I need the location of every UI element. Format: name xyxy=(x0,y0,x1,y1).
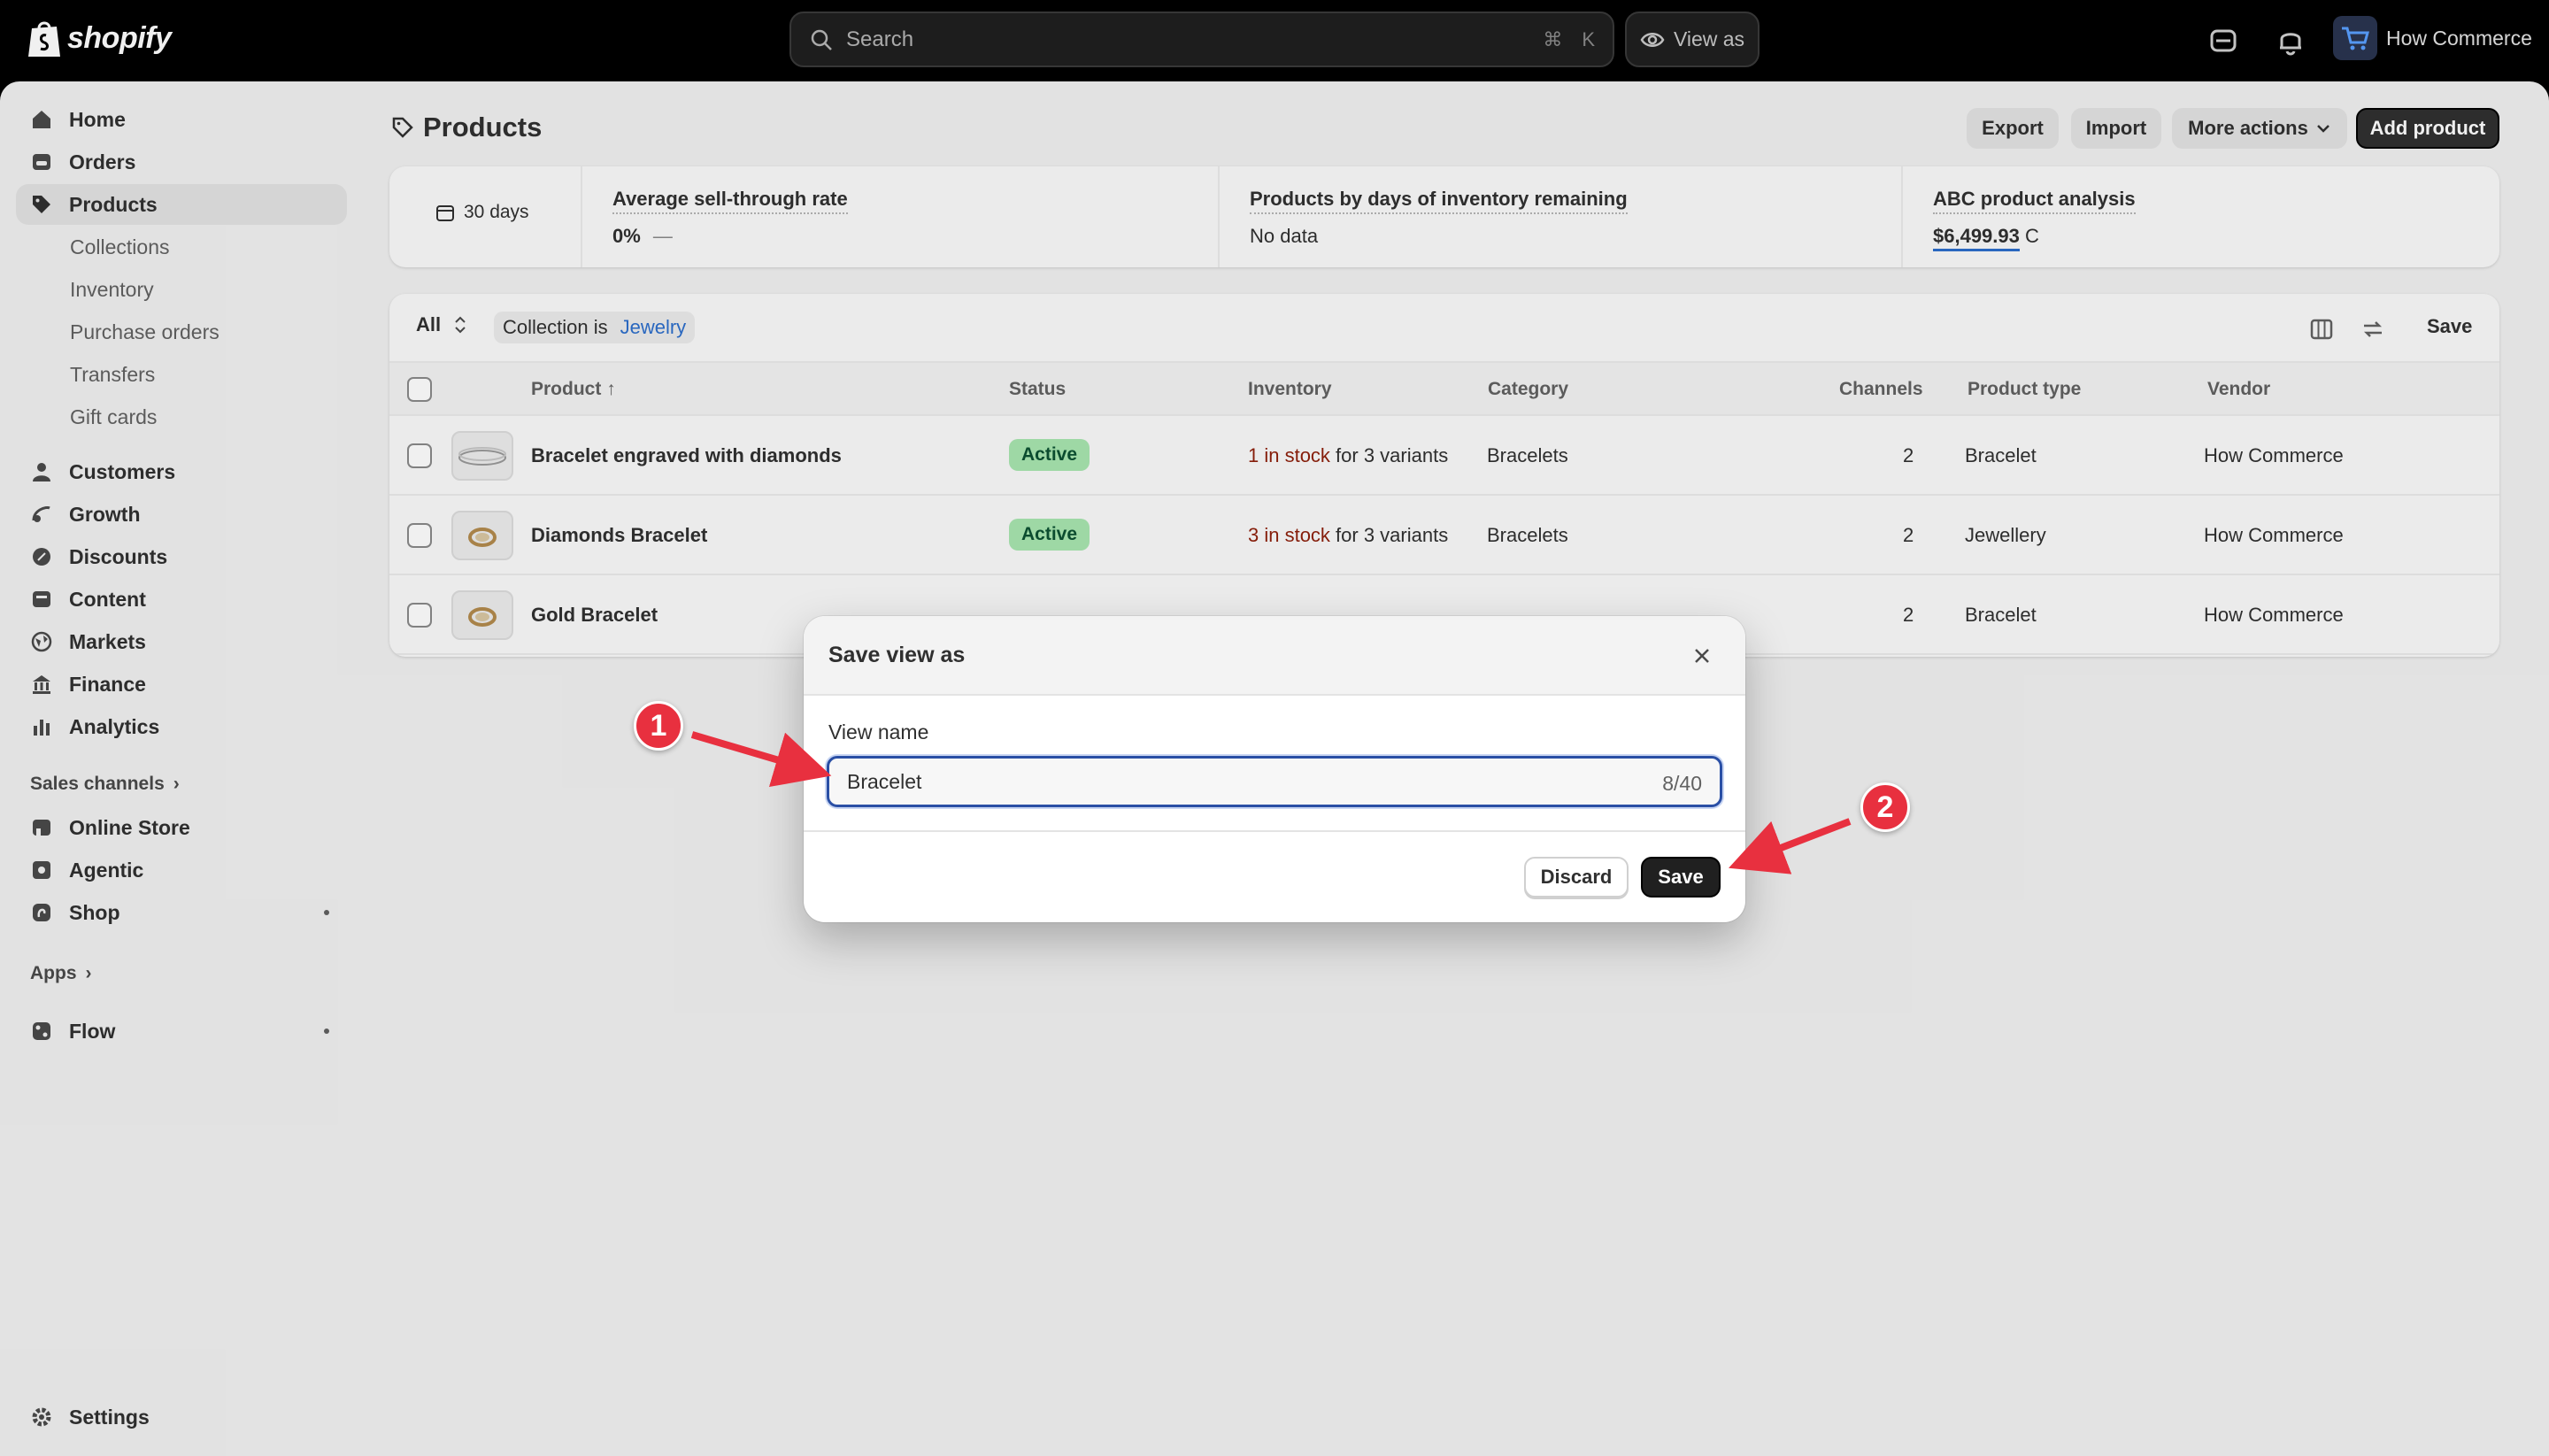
modal-backdrop[interactable]: Save view as View name 8/40 Discard Save xyxy=(0,0,2549,1456)
step-marker-1: 1 xyxy=(634,701,683,751)
view-name-input[interactable] xyxy=(847,766,1555,797)
character-counter: 8/40 xyxy=(1662,772,1702,795)
close-icon[interactable] xyxy=(1687,641,1717,671)
step-marker-2: 2 xyxy=(1860,782,1910,832)
modal-divider xyxy=(804,830,1745,832)
modal-header: Save view as xyxy=(804,616,1745,696)
view-name-label: View name xyxy=(828,720,929,743)
save-button[interactable]: Save xyxy=(1641,857,1721,897)
save-view-modal: Save view as View name 8/40 Discard Save xyxy=(804,616,1745,922)
modal-title: Save view as xyxy=(828,643,966,667)
discard-button[interactable]: Discard xyxy=(1524,857,1629,897)
view-name-field[interactable]: 8/40 xyxy=(827,756,1722,807)
